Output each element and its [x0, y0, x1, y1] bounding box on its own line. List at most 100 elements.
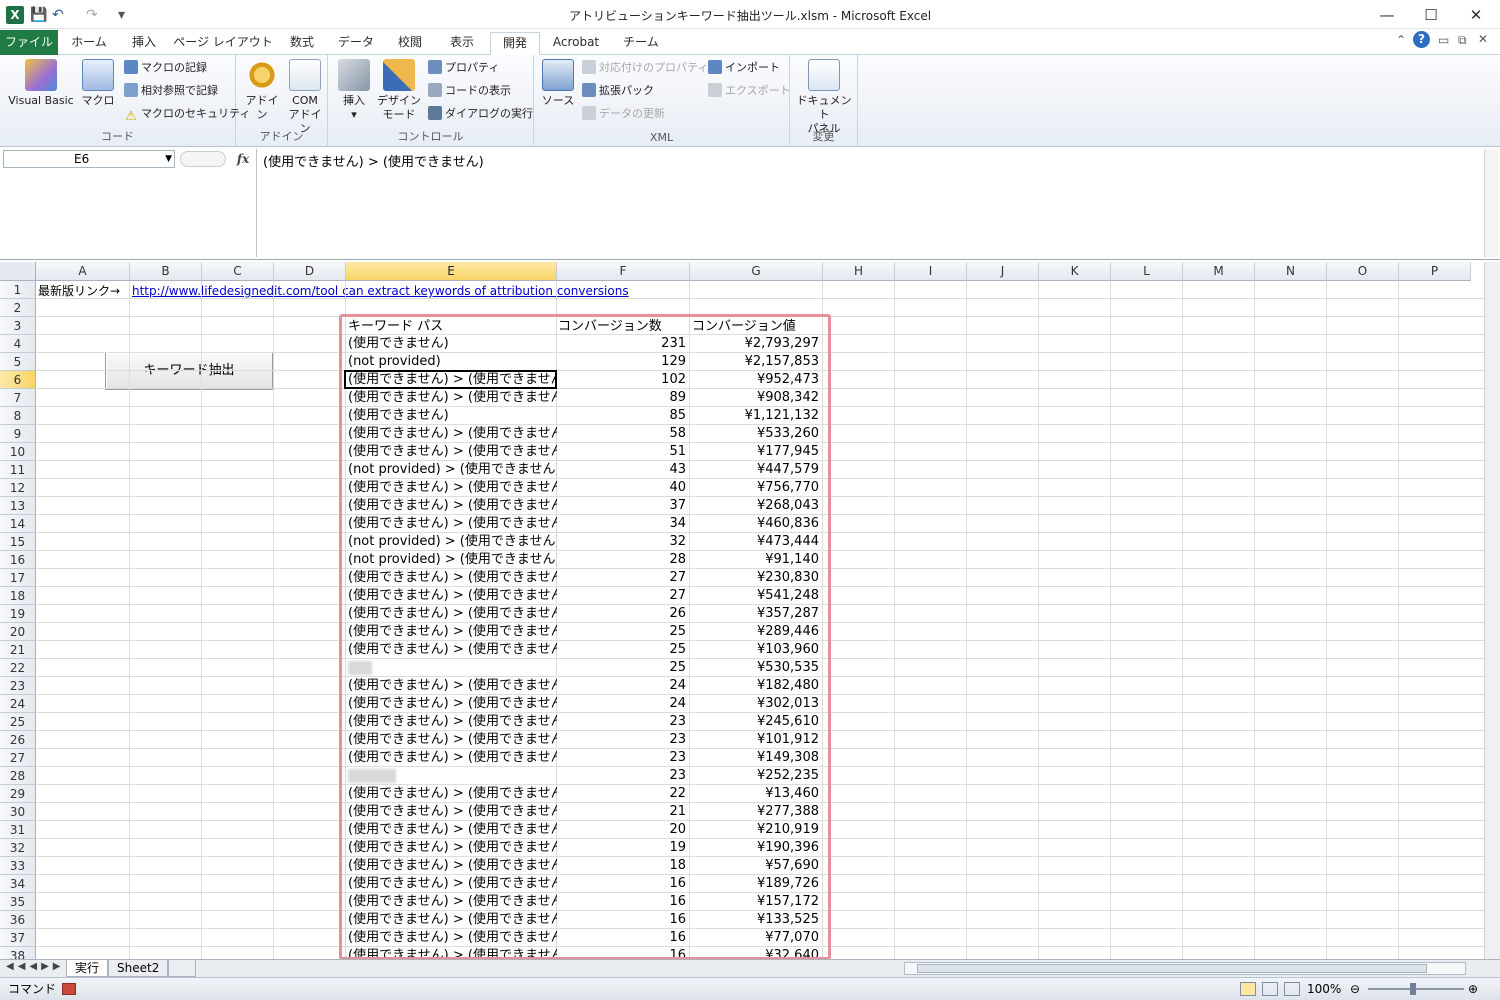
- row-header-5[interactable]: 5: [0, 353, 36, 371]
- select-all-corner[interactable]: [0, 262, 36, 281]
- column-header-m[interactable]: M: [1183, 262, 1255, 281]
- map-properties-button[interactable]: 対応付けのプロパティ: [582, 59, 708, 77]
- refresh-data-button[interactable]: データの更新: [582, 105, 665, 123]
- row-header-2[interactable]: 2: [0, 299, 36, 317]
- column-header-j[interactable]: J: [967, 262, 1039, 281]
- row-header-37[interactable]: 37: [0, 929, 36, 947]
- row-header-1[interactable]: 1: [0, 281, 36, 299]
- page-break-view-icon[interactable]: [1284, 982, 1300, 996]
- row-header-20[interactable]: 20: [0, 623, 36, 641]
- row-header-36[interactable]: 36: [0, 911, 36, 929]
- row-header-27[interactable]: 27: [0, 749, 36, 767]
- relative-reference-button[interactable]: 相対参照で記録: [124, 82, 218, 100]
- column-header-a[interactable]: A: [36, 262, 130, 281]
- row-header-23[interactable]: 23: [0, 677, 36, 695]
- column-header-k[interactable]: K: [1039, 262, 1111, 281]
- name-box[interactable]: E6 ▼: [3, 150, 175, 168]
- active-cell-e6[interactable]: [344, 370, 557, 389]
- maximize-button[interactable]: ☐: [1410, 3, 1452, 27]
- row-header-28[interactable]: 28: [0, 767, 36, 785]
- tab-review[interactable]: 校閲: [386, 32, 434, 55]
- column-header-f[interactable]: F: [557, 262, 690, 281]
- row-header-18[interactable]: 18: [0, 587, 36, 605]
- workbook-restore-icon[interactable]: ⧉: [1458, 33, 1467, 48]
- extract-keywords-button[interactable]: キーワード抽出: [105, 352, 273, 390]
- tab-view[interactable]: 表示: [438, 32, 486, 55]
- minimize-ribbon-icon[interactable]: ⌃: [1396, 33, 1406, 47]
- row-header-32[interactable]: 32: [0, 839, 36, 857]
- tab-developer[interactable]: 開発: [490, 32, 540, 55]
- row-header-22[interactable]: 22: [0, 659, 36, 677]
- row-header-10[interactable]: 10: [0, 443, 36, 461]
- row-header-38[interactable]: 38: [0, 947, 36, 959]
- sheet-tab-sheet2[interactable]: Sheet2: [108, 960, 169, 977]
- com-addins-button[interactable]: COM アドイン: [286, 59, 324, 136]
- zoom-slider[interactable]: [1368, 988, 1464, 990]
- macro-security-button[interactable]: ⚠ マクロのセキュリティ: [124, 105, 250, 124]
- column-header-e[interactable]: E: [346, 262, 557, 281]
- row-header-19[interactable]: 19: [0, 605, 36, 623]
- macro-record-status-icon[interactable]: [62, 983, 76, 995]
- column-header-l[interactable]: L: [1111, 262, 1183, 281]
- row-header-33[interactable]: 33: [0, 857, 36, 875]
- column-header-n[interactable]: N: [1255, 262, 1327, 281]
- row-header-11[interactable]: 11: [0, 461, 36, 479]
- column-header-c[interactable]: C: [202, 262, 274, 281]
- tab-formulas[interactable]: 数式: [278, 32, 326, 55]
- formula-bar-scrollbar[interactable]: [1484, 149, 1499, 257]
- help-icon[interactable]: ?: [1413, 31, 1430, 48]
- row-header-14[interactable]: 14: [0, 515, 36, 533]
- view-code-button[interactable]: コードの表示: [428, 82, 511, 100]
- row-header-8[interactable]: 8: [0, 407, 36, 425]
- tab-page-layout[interactable]: ページ レイアウト: [172, 32, 274, 55]
- row-header-12[interactable]: 12: [0, 479, 36, 497]
- column-header-d[interactable]: D: [274, 262, 346, 281]
- zoom-in-icon[interactable]: ⊕: [1468, 978, 1478, 1000]
- column-header-o[interactable]: O: [1327, 262, 1399, 281]
- sheet-tab-run[interactable]: 実行: [66, 960, 109, 977]
- minimize-button[interactable]: —: [1366, 3, 1408, 27]
- row-header-6[interactable]: 6: [0, 371, 36, 389]
- export-button[interactable]: エクスポート: [708, 82, 791, 100]
- vertical-scrollbar[interactable]: [1484, 262, 1500, 959]
- column-header-p[interactable]: P: [1399, 262, 1471, 281]
- row-header-17[interactable]: 17: [0, 569, 36, 587]
- tab-file[interactable]: ファイル: [0, 30, 58, 55]
- row-header-7[interactable]: 7: [0, 389, 36, 407]
- tab-team[interactable]: チーム: [612, 32, 670, 55]
- column-header-i[interactable]: I: [895, 262, 967, 281]
- page-layout-view-icon[interactable]: [1262, 982, 1278, 996]
- workbook-close-icon[interactable]: ✕: [1478, 32, 1488, 46]
- horizontal-scrollbar[interactable]: [904, 962, 1466, 975]
- tab-acrobat[interactable]: Acrobat: [544, 32, 608, 55]
- row-header-25[interactable]: 25: [0, 713, 36, 731]
- sheet-nav-arrows-icon[interactable]: ◀◀◀▶▶: [6, 961, 64, 972]
- source-button[interactable]: ソース: [540, 59, 576, 108]
- row-header-26[interactable]: 26: [0, 731, 36, 749]
- close-button[interactable]: ✕: [1455, 3, 1497, 27]
- record-macro-button[interactable]: マクロの記録: [124, 59, 207, 77]
- row-header-15[interactable]: 15: [0, 533, 36, 551]
- properties-button[interactable]: プロパティ: [428, 59, 499, 77]
- row-header-9[interactable]: 9: [0, 425, 36, 443]
- normal-view-icon[interactable]: [1240, 982, 1256, 996]
- tab-home[interactable]: ホーム: [62, 32, 116, 55]
- formula-input[interactable]: (使用できません) > (使用できません): [256, 149, 1482, 257]
- zoom-out-icon[interactable]: ⊖: [1350, 978, 1360, 1000]
- horizontal-scroll-thumb[interactable]: [917, 964, 1427, 973]
- name-box-dropdown-icon[interactable]: ▼: [165, 151, 172, 167]
- macro-button[interactable]: マクロ: [80, 59, 116, 108]
- zoom-level[interactable]: 100%: [1307, 978, 1341, 1000]
- zoom-slider-thumb[interactable]: [1410, 983, 1416, 995]
- document-panel-button[interactable]: ドキュメント パネル: [794, 59, 854, 136]
- row-header-24[interactable]: 24: [0, 695, 36, 713]
- tab-insert[interactable]: 挿入: [120, 32, 168, 55]
- expansion-packs-button[interactable]: 拡張パック: [582, 82, 654, 100]
- column-header-b[interactable]: B: [130, 262, 202, 281]
- import-button[interactable]: インポート: [708, 59, 780, 77]
- row-header-29[interactable]: 29: [0, 785, 36, 803]
- run-dialog-button[interactable]: ダイアログの実行: [428, 105, 533, 123]
- row-header-31[interactable]: 31: [0, 821, 36, 839]
- row-header-34[interactable]: 34: [0, 875, 36, 893]
- workbook-minimize-icon[interactable]: ▭: [1438, 33, 1449, 47]
